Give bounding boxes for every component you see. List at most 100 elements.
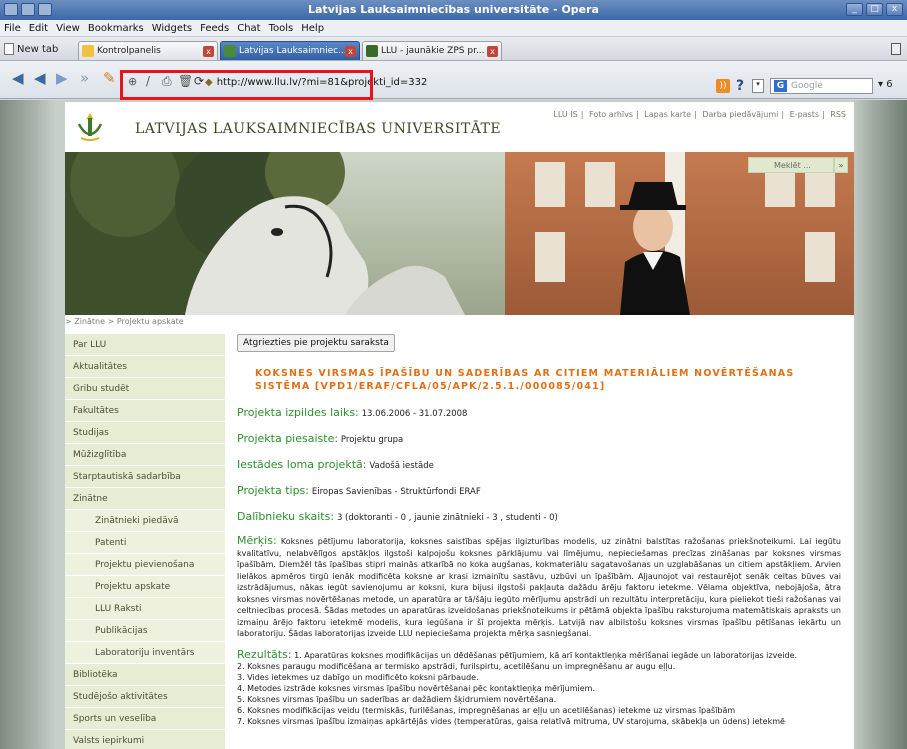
fast-forward-icon[interactable]: » <box>80 69 89 87</box>
red-highlight-box <box>120 70 373 100</box>
sidebar-item-projektu-apskate[interactable]: Projektu apskate <box>65 576 225 598</box>
close-tab-icon[interactable]: x <box>487 46 498 57</box>
back-icon[interactable]: ◀ <box>12 69 24 87</box>
window-title: Latvijas Lauksaimniecības universitāte -… <box>308 3 599 16</box>
search-placeholder: Google <box>791 81 823 91</box>
tab-label: Latvijas Lauksaimniec... <box>239 46 347 56</box>
sidebar-item-laboratoriju[interactable]: Laboratoriju inventārs <box>65 642 225 664</box>
tab-bar: New tab Kontrolpanelis x Latvijas Lauksa… <box>0 37 907 61</box>
field-piesaiste: Projekta piesaiste: Projektu grupa <box>237 432 841 445</box>
hero-photo <box>65 152 854 315</box>
sidebar-item-zinatne[interactable]: Zinātne <box>65 488 225 510</box>
site-search: Meklēt ... » <box>748 157 848 173</box>
close-button[interactable]: x <box>886 3 903 16</box>
result-item: 1. Aparatūras koksnes modifikācijas un d… <box>294 650 798 660</box>
sidebar-item-par-llu[interactable]: Par LLU <box>65 334 225 356</box>
results-section: Rezultāts: 1. Aparatūras koksnes modifik… <box>237 649 841 727</box>
result-item: 2. Koksnes paraugu modificēšana ar termi… <box>237 661 676 671</box>
result-item: 3. Vides ietekmes uz dabīgo un modificēt… <box>237 672 479 682</box>
menu-help[interactable]: Help <box>301 23 324 34</box>
tab-label: LLU - jaunākie ZPS pr... <box>381 46 485 56</box>
field-label: Projekta piesaiste: <box>237 432 339 445</box>
sidebar-item-biblioteka[interactable]: Bibliotēka <box>65 664 225 686</box>
sidebar-item-projektu-pievienosana[interactable]: Projektu pievienošana <box>65 554 225 576</box>
menu-edit[interactable]: Edit <box>29 23 48 34</box>
breadcrumb[interactable]: > Zinātne > Projektu apskate <box>65 317 184 326</box>
goal-text: Koksnes pētījumu laboratorija, koksnes s… <box>237 537 842 638</box>
zoom-control[interactable]: ▾ 6 <box>878 79 893 90</box>
google-icon: G <box>774 80 787 92</box>
sidebar-item-sports[interactable]: Sports un veselība <box>65 708 225 730</box>
sidebar-item-gribu-studet[interactable]: Gribu studēt <box>65 378 225 400</box>
result-item: 5. Koksnes virsmas īpašību un saderības … <box>237 694 557 704</box>
top-link-rss[interactable]: RSS <box>830 110 846 119</box>
site-search-button[interactable]: » <box>834 157 848 173</box>
goal-section: Mērķis: Koksnes pētījumu laboratorija, k… <box>237 535 841 640</box>
field-loma: Iestādes loma projektā: Vadošā iestāde <box>237 458 841 471</box>
top-link-is[interactable]: LLU IS <box>553 110 577 119</box>
top-link-darbs[interactable]: Darba piedāvājumi <box>702 110 778 119</box>
rewind-icon[interactable]: ◀ <box>34 69 46 87</box>
sidebar-item-starptautiska[interactable]: Starptautiskā sadarbība <box>65 466 225 488</box>
close-tab-icon[interactable]: x <box>203 46 214 57</box>
main-content: Atgriezties pie projektu saraksta Koksne… <box>237 334 841 727</box>
menu-tools[interactable]: Tools <box>269 23 294 34</box>
trash-icon[interactable] <box>891 43 901 55</box>
result-item: 7. Koksnes virsmas īpašību izmaiņas apkā… <box>237 716 785 726</box>
field-value: Vadošā iestāde <box>369 461 434 471</box>
tab-label: Kontrolpanelis <box>97 46 161 56</box>
site-header: Latvijas Lauksaimniecības universitāte L… <box>65 102 854 152</box>
forward-icon[interactable]: ▶ <box>56 69 68 87</box>
sidebar-item-patenti[interactable]: Patenti <box>65 532 225 554</box>
back-to-list-button[interactable]: Atgriezties pie projektu saraksta <box>237 334 395 352</box>
field-izpildes-laiks: Projekta izpildes laiks: 13.06.2006 - 31… <box>237 406 841 419</box>
top-links: LLU IS | Foto arhīvs | Lapas karte | Darba … <box>553 110 846 119</box>
site-name[interactable]: Latvijas Lauksaimniecības universitāte <box>135 121 501 137</box>
menu-view[interactable]: View <box>56 23 80 34</box>
menu-bookmarks[interactable]: Bookmarks <box>88 23 144 34</box>
project-title: Koksnes virsmas īpašību un saderības ar … <box>255 368 795 392</box>
sidebar-item-aktualitates[interactable]: Aktualitātes <box>65 356 225 378</box>
menu-file[interactable]: File <box>4 23 21 34</box>
top-link-karte[interactable]: Lapas karte <box>644 110 691 119</box>
sidebar-item-publikacijas[interactable]: Publikācijas <box>65 620 225 642</box>
field-value: 13.06.2006 - 31.07.2008 <box>361 409 468 419</box>
sidebar-item-iepirkumi[interactable]: Valsts iepirkumi <box>65 730 225 749</box>
maximize-button[interactable]: □ <box>866 3 883 16</box>
edit-icon[interactable]: ✎ <box>103 69 116 87</box>
menu-widgets[interactable]: Widgets <box>152 23 192 34</box>
hero-banner <box>65 152 854 315</box>
new-tab-button[interactable]: New tab <box>4 43 58 55</box>
field-label: Dalībnieku skaits: <box>237 510 335 523</box>
minimize-button[interactable]: _ <box>846 3 863 16</box>
search-input[interactable]: G Google <box>770 78 873 94</box>
field-tips: Projekta tips: Eiropas Savienības - Stru… <box>237 484 841 497</box>
sidebar-item-muzizglitiba[interactable]: Mūžizglītība <box>65 444 225 466</box>
field-label: Projekta izpildes laiks: <box>237 406 359 419</box>
menu-chat[interactable]: Chat <box>237 23 260 34</box>
dropdown-icon[interactable]: ▾ <box>752 79 764 93</box>
menu-feeds[interactable]: Feeds <box>200 23 229 34</box>
tab-llu-zps[interactable]: LLU - jaunākie ZPS pr... x <box>362 41 502 60</box>
top-link-foto[interactable]: Foto arhīvs <box>589 110 633 119</box>
close-tab-icon[interactable]: x <box>345 46 356 57</box>
sidebar-item-fakultates[interactable]: Fakultātes <box>65 400 225 422</box>
sidebar-item-studijas[interactable]: Studijas <box>65 422 225 444</box>
site-search-input[interactable]: Meklēt ... <box>748 157 834 173</box>
field-value: 3 (doktoranti - 0 , jaunie zinātnieki - … <box>336 513 558 523</box>
sidebar-item-studejoso[interactable]: Studējošo aktivitātes <box>65 686 225 708</box>
tab-llu[interactable]: Latvijas Lauksaimniec... x <box>220 41 360 60</box>
rss-icon[interactable]: )) <box>716 79 730 93</box>
results-label: Rezultāts: <box>237 648 292 661</box>
top-link-epasts[interactable]: E-pasts <box>790 110 819 119</box>
sidebar-item-llu-raksti[interactable]: LLU Raksti <box>65 598 225 620</box>
help-icon[interactable]: ? <box>736 78 744 94</box>
sidebar-nav: Par LLU Aktualitātes Gribu studēt Fakult… <box>65 334 225 749</box>
llu-logo-icon[interactable] <box>73 110 107 144</box>
tab-kontrolpanelis[interactable]: Kontrolpanelis x <box>78 41 218 60</box>
new-tab-label: New tab <box>17 44 59 55</box>
result-item: 4. Metodes izstrāde koksnes virsmas īpaš… <box>237 683 595 693</box>
result-item: 6. Koksnes modifikācijas veidu (termiskā… <box>237 705 736 715</box>
sidebar-item-zinatnieki[interactable]: Zinātnieki piedāvā <box>65 510 225 532</box>
site-search-placeholder: Meklēt ... <box>774 161 811 170</box>
